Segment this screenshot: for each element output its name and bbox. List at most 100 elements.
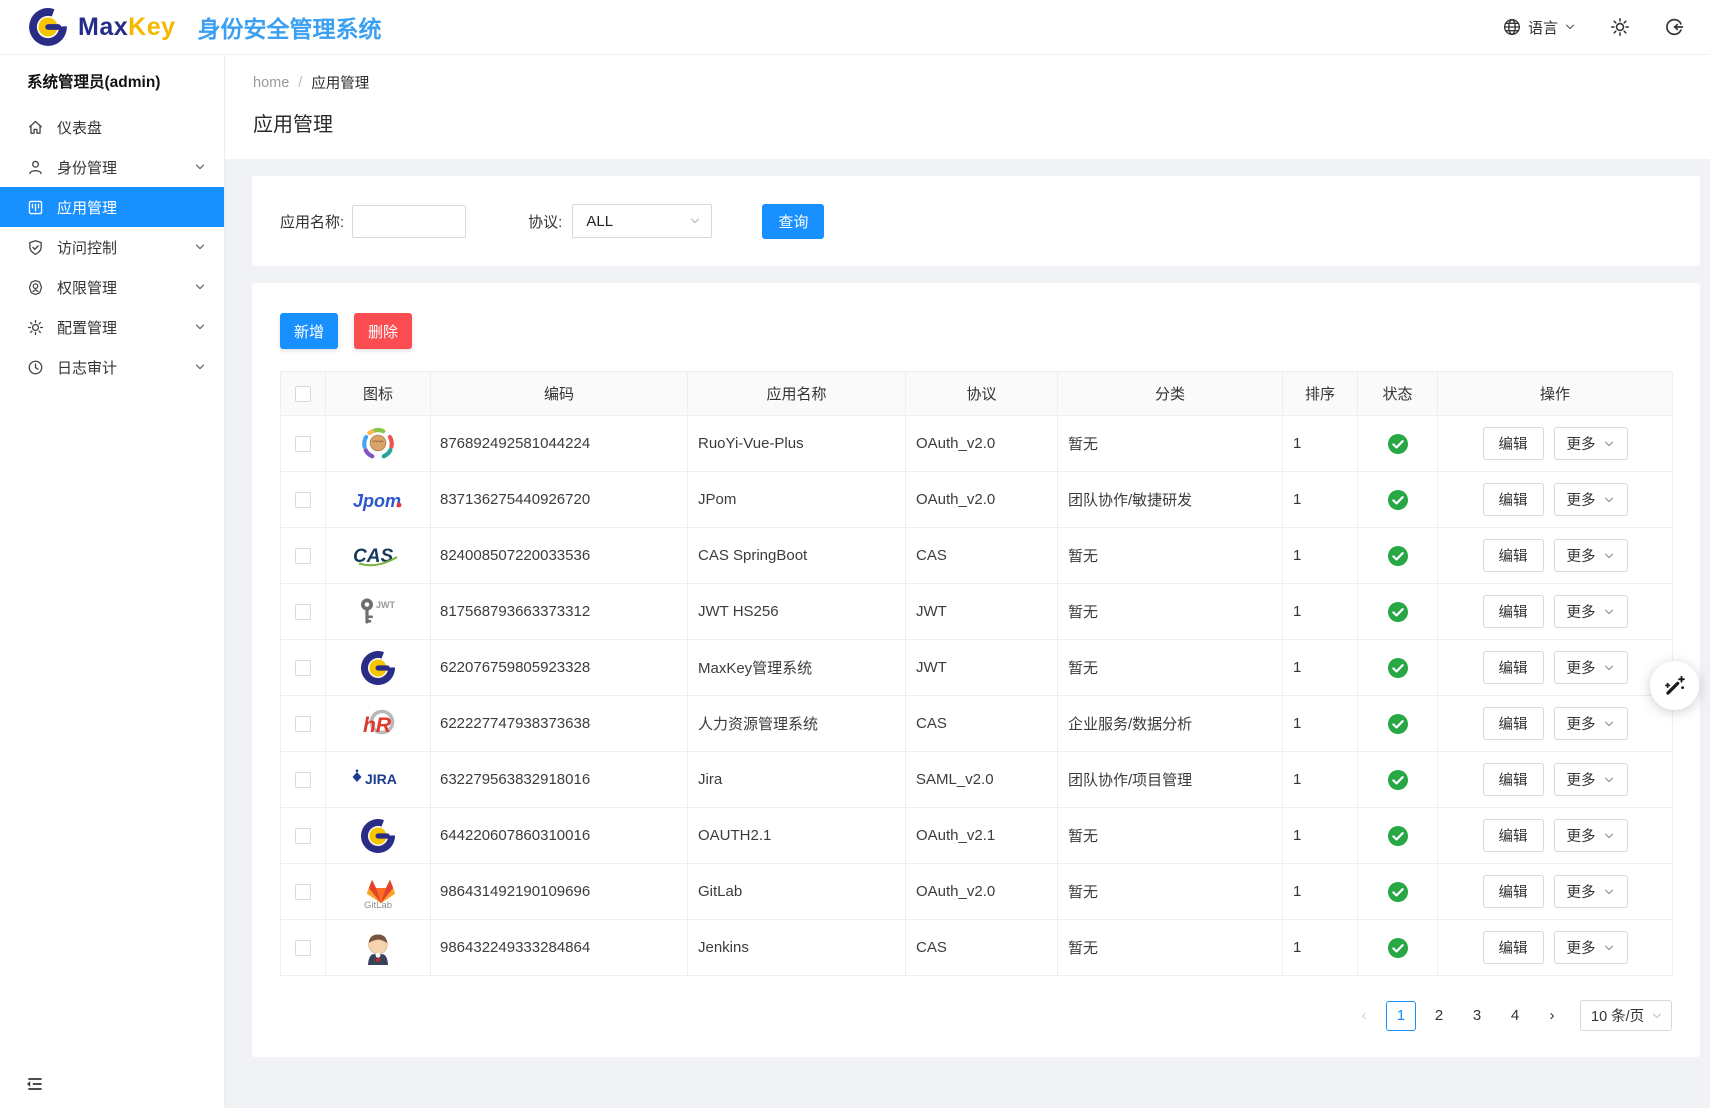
user-icon xyxy=(27,159,44,176)
chevron-down-icon xyxy=(194,241,206,253)
app-name-cell: GitLab xyxy=(688,864,906,920)
breadcrumb-current: 应用管理 xyxy=(311,72,369,93)
app-name-input[interactable] xyxy=(352,205,466,238)
delete-button[interactable]: 删除 xyxy=(354,313,412,349)
column-header: 操作 xyxy=(1438,372,1673,416)
pagination-page-2[interactable]: 2 xyxy=(1424,1001,1454,1031)
app-category-cell: 暂无 xyxy=(1058,416,1283,472)
sidebar-collapse-icon[interactable] xyxy=(24,1074,44,1094)
row-checkbox[interactable] xyxy=(295,604,311,620)
sidebar-item-label: 应用管理 xyxy=(57,197,117,218)
sidebar-item-apps[interactable]: 应用管理 xyxy=(0,187,224,227)
row-select-cell xyxy=(281,696,326,752)
app-id-cell: 644220607860310016 xyxy=(431,808,688,864)
app-name-label: 应用名称: xyxy=(280,211,344,232)
edit-button[interactable]: 编辑 xyxy=(1483,427,1544,460)
more-button[interactable]: 更多 xyxy=(1554,875,1628,908)
edit-button[interactable]: 编辑 xyxy=(1483,931,1544,964)
edit-button[interactable]: 编辑 xyxy=(1483,875,1544,908)
pagination-page-1[interactable]: 1 xyxy=(1386,1001,1416,1031)
sidebar-item-audit[interactable]: 日志审计 xyxy=(0,347,224,387)
app-name-cell: 人力资源管理系统 xyxy=(688,696,906,752)
sidebar-item-access[interactable]: 访问控制 xyxy=(0,227,224,267)
app-protocol-cell: JWT xyxy=(906,640,1058,696)
edit-button[interactable]: 编辑 xyxy=(1483,819,1544,852)
pagination-page-4[interactable]: 4 xyxy=(1500,1001,1530,1031)
search-button[interactable]: 查询 xyxy=(762,204,824,239)
app-name-cell: CAS SpringBoot xyxy=(688,528,906,584)
app-icon-cell: JWT xyxy=(326,584,431,640)
brand-title: 身份安全管理系统 xyxy=(198,10,382,44)
more-button[interactable]: 更多 xyxy=(1554,595,1628,628)
more-button[interactable]: 更多 xyxy=(1554,483,1628,516)
row-checkbox[interactable] xyxy=(295,716,311,732)
sidebar-item-identity[interactable]: 身份管理 xyxy=(0,147,224,187)
shield-icon xyxy=(27,239,44,256)
pagination-prev-icon[interactable]: ‹ xyxy=(1350,1001,1378,1031)
more-button[interactable]: 更多 xyxy=(1554,651,1628,684)
edit-button[interactable]: 编辑 xyxy=(1483,707,1544,740)
breadcrumb-home-link[interactable]: home xyxy=(253,75,289,91)
app-name-cell: Jenkins xyxy=(688,920,906,976)
app-category-cell: 暂无 xyxy=(1058,640,1283,696)
app-protocol-cell: CAS xyxy=(906,528,1058,584)
row-checkbox[interactable] xyxy=(295,884,311,900)
select-all-checkbox[interactable] xyxy=(295,386,311,402)
status-enabled-icon xyxy=(1388,882,1408,902)
status-enabled-icon xyxy=(1388,658,1408,678)
protocol-label: 协议: xyxy=(528,211,562,232)
edit-button[interactable]: 编辑 xyxy=(1483,763,1544,796)
page-size-select[interactable]: 10 条/页 xyxy=(1580,1000,1672,1031)
row-checkbox[interactable] xyxy=(295,492,311,508)
column-header: 编码 xyxy=(431,372,688,416)
pagination-page-3[interactable]: 3 xyxy=(1462,1001,1492,1031)
app-sort-cell: 1 xyxy=(1283,528,1358,584)
chevron-down-icon xyxy=(1603,662,1615,674)
app-category-cell: 团队协作/项目管理 xyxy=(1058,752,1283,808)
logout-icon[interactable] xyxy=(1664,17,1684,37)
row-checkbox[interactable] xyxy=(295,828,311,844)
row-checkbox[interactable] xyxy=(295,772,311,788)
svg-text:Jpom: Jpom xyxy=(353,491,401,511)
sidebar-item-label: 日志审计 xyxy=(57,357,117,378)
protocol-select[interactable]: ALL xyxy=(572,204,712,238)
more-button[interactable]: 更多 xyxy=(1554,707,1628,740)
language-label: 语言 xyxy=(1528,17,1558,38)
edit-button[interactable]: 编辑 xyxy=(1483,595,1544,628)
edit-button[interactable]: 编辑 xyxy=(1483,539,1544,572)
language-switcher[interactable]: 语言 xyxy=(1502,17,1576,38)
app-id-cell: 622076759805923328 xyxy=(431,640,688,696)
row-checkbox[interactable] xyxy=(295,940,311,956)
chevron-down-icon xyxy=(194,281,206,293)
edit-button[interactable]: 编辑 xyxy=(1483,651,1544,684)
chevron-down-icon xyxy=(194,161,206,173)
edit-button[interactable]: 编辑 xyxy=(1483,483,1544,516)
row-checkbox[interactable] xyxy=(295,436,311,452)
sidebar-item-permission[interactable]: 权限管理 xyxy=(0,267,224,307)
more-button[interactable]: 更多 xyxy=(1554,427,1628,460)
sidebar-item-dashboard[interactable]: 仪表盘 xyxy=(0,107,224,147)
app-status-cell xyxy=(1358,584,1438,640)
chevron-down-icon xyxy=(1603,774,1615,786)
sidebar-item-config[interactable]: 配置管理 xyxy=(0,307,224,347)
more-button[interactable]: 更多 xyxy=(1554,539,1628,572)
row-checkbox[interactable] xyxy=(295,548,311,564)
svg-text:JIRA: JIRA xyxy=(365,771,397,787)
more-button[interactable]: 更多 xyxy=(1554,819,1628,852)
more-button[interactable]: 更多 xyxy=(1554,763,1628,796)
chevron-down-icon xyxy=(1564,21,1576,33)
settings-gear-icon[interactable] xyxy=(1610,17,1630,37)
app-name-cell: JWT HS256 xyxy=(688,584,906,640)
sidebar-item-label: 仪表盘 xyxy=(57,117,102,138)
more-button[interactable]: 更多 xyxy=(1554,931,1628,964)
app-category-cell: 企业服务/数据分析 xyxy=(1058,696,1283,752)
row-checkbox[interactable] xyxy=(295,660,311,676)
chevron-down-icon xyxy=(1603,942,1615,954)
brand-logo[interactable]: MaxKey 身份安全管理系统 xyxy=(28,7,382,47)
cas-logo-icon: CAS xyxy=(350,542,406,570)
pagination-next-icon[interactable]: › xyxy=(1538,1001,1566,1031)
maxkey-logo-icon xyxy=(360,818,396,854)
theme-customizer-button[interactable] xyxy=(1650,661,1699,710)
app-protocol-cell: CAS xyxy=(906,920,1058,976)
add-button[interactable]: 新增 xyxy=(280,313,338,349)
